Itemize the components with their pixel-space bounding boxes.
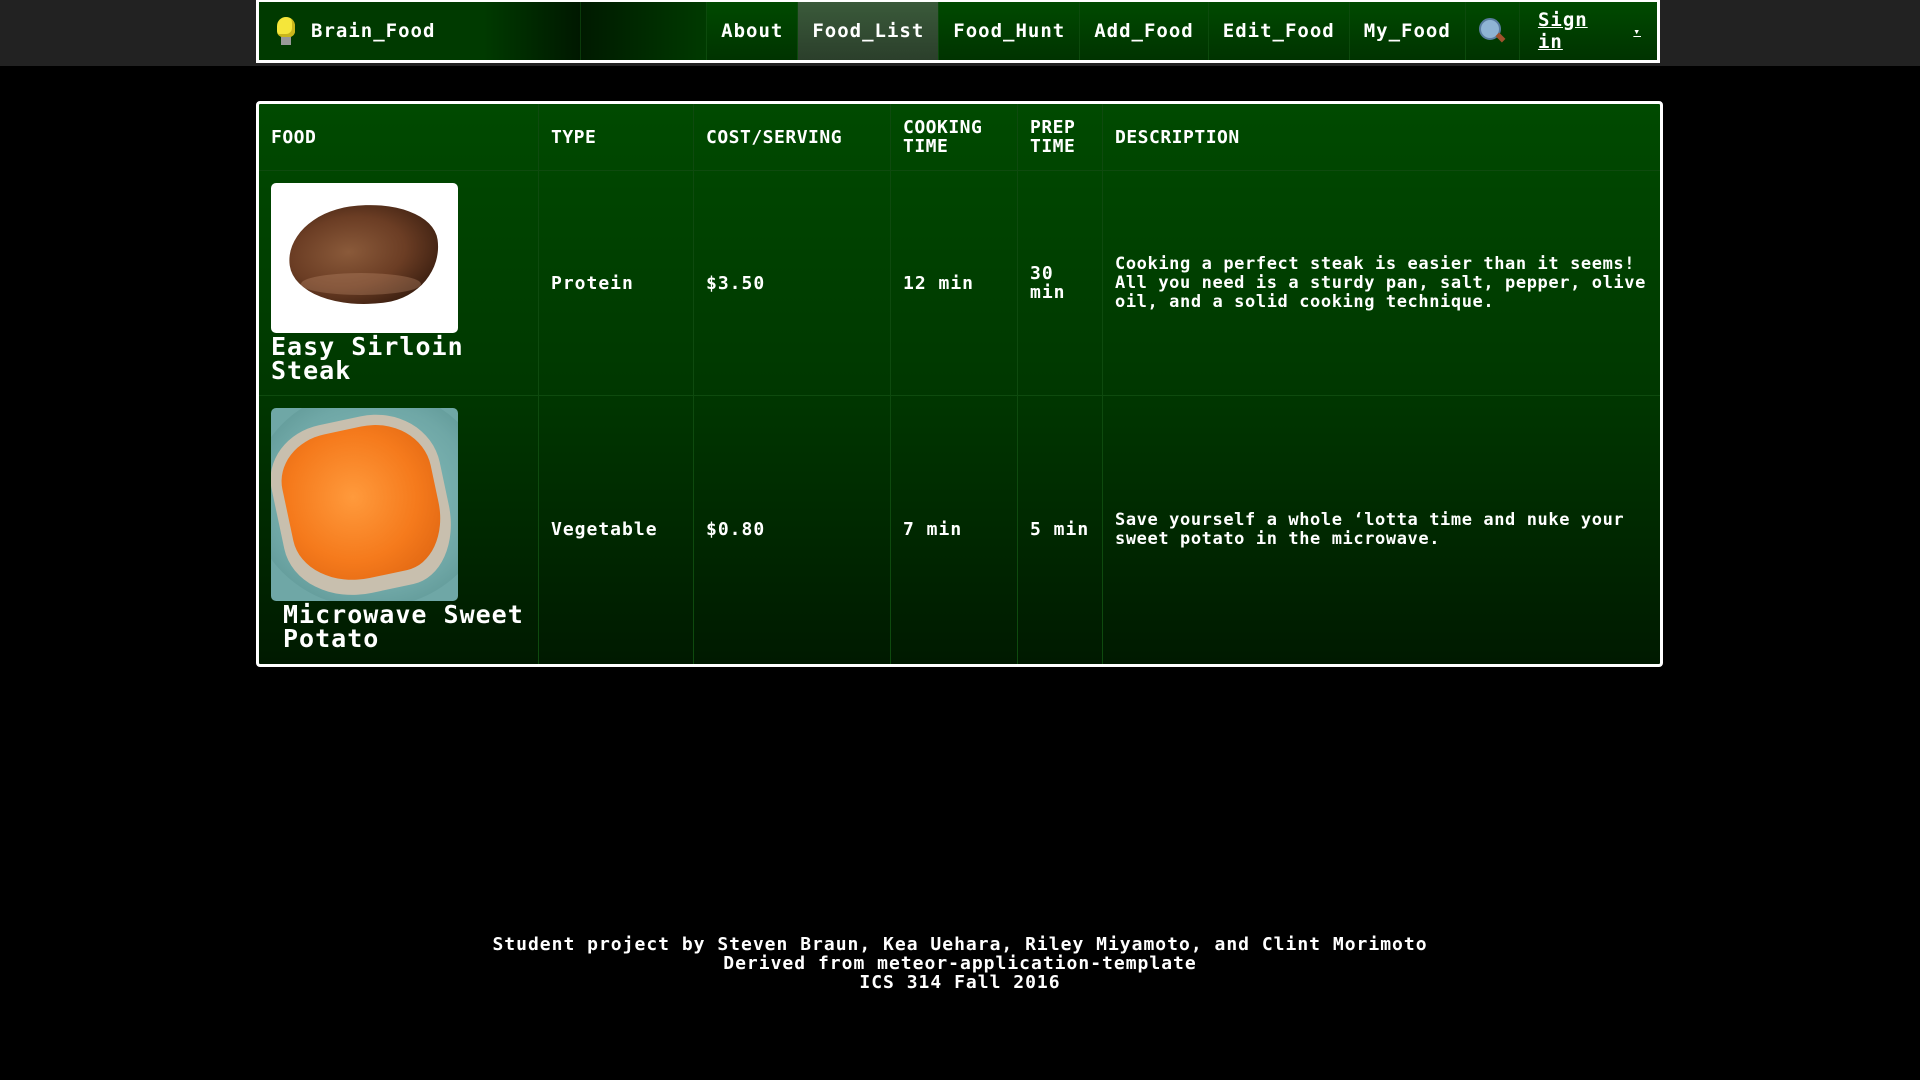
cooking-time-cell: 7 min — [890, 395, 1018, 664]
prep-time-cell: 30 min — [1017, 170, 1103, 396]
cost-cell: $0.80 — [693, 395, 891, 664]
navbar: Brain_Food About Food_List Food_Hunt Add… — [256, 0, 1660, 63]
header-cooking-time: COOKING TIME — [890, 104, 1018, 171]
sweet-potato-image — [271, 408, 458, 601]
lightbulb-icon — [275, 15, 297, 47]
footer: Student project by Steven Braun, Kea Ueh… — [0, 935, 1920, 992]
cost-cell: $3.50 — [693, 170, 891, 396]
food-cell: Easy Sirloin Steak — [259, 170, 539, 396]
brand-label: Brain_Food — [311, 20, 436, 42]
footer-credits: Student project by Steven Braun, Kea Ueh… — [492, 934, 1428, 955]
prep-time-cell: 5 min — [1017, 395, 1103, 664]
signin-label: Sign in — [1537, 9, 1588, 53]
nav-edit-food[interactable]: Edit_Food — [1207, 2, 1349, 60]
header-description: DESCRIPTION — [1102, 104, 1660, 171]
type-cell: Vegetable — [538, 395, 694, 664]
header-cooking-line1: COOKING — [903, 117, 983, 138]
brand[interactable]: Brain_Food — [259, 2, 582, 60]
signin-dropdown[interactable]: Sign in ▾ — [1518, 2, 1657, 60]
nav-add-food[interactable]: Add_Food — [1079, 2, 1208, 60]
table-row: Microwave Sweet Potato Vegetable $0.80 7… — [259, 395, 1660, 664]
nav-about[interactable]: About — [706, 2, 797, 60]
footer-course: ICS 314 Fall 2016 — [859, 972, 1061, 993]
footer-derived: Derived from meteor-application-template — [723, 953, 1197, 974]
steak-image — [271, 183, 458, 333]
header-cost: COST/SERVING — [693, 104, 891, 171]
nav-food-list[interactable]: Food_List — [797, 2, 939, 60]
search-icon — [1479, 18, 1506, 44]
header-type: TYPE — [538, 104, 694, 171]
chevron-down-icon: ▾ — [1633, 24, 1641, 38]
type-cell: Protein — [538, 170, 694, 396]
navbar-spacer — [581, 2, 707, 60]
food-name[interactable]: Microwave Sweet Potato — [271, 602, 526, 651]
nav-food-hunt[interactable]: Food_Hunt — [938, 2, 1079, 60]
cooking-time-cell: 12 min — [890, 170, 1018, 396]
table-header-row: FOOD TYPE COST/SERVING COOKING TIME PREP… — [259, 104, 1660, 171]
food-name[interactable]: Easy Sirloin Steak — [271, 334, 526, 383]
header-prep-line1: PREP — [1030, 117, 1076, 138]
food-table-container: FOOD TYPE COST/SERVING COOKING TIME PREP… — [256, 101, 1663, 667]
description-cell: Save yourself a whole ‘lotta time and nu… — [1115, 509, 1625, 549]
header-prep-line2: TIME — [1030, 136, 1076, 157]
food-table: FOOD TYPE COST/SERVING COOKING TIME PREP… — [259, 104, 1660, 664]
description-cell: Cooking a perfect steak is easier than i… — [1102, 170, 1660, 396]
nav-my-food[interactable]: My_Food — [1348, 2, 1465, 60]
food-cell: Microwave Sweet Potato — [259, 395, 539, 664]
table-row: Easy Sirloin Steak Protein $3.50 12 min … — [259, 170, 1660, 396]
search-button[interactable] — [1464, 2, 1519, 60]
header-food: FOOD — [259, 104, 539, 171]
header-cooking-line2: TIME — [903, 136, 949, 157]
header-prep-time: PREP TIME — [1017, 104, 1103, 171]
